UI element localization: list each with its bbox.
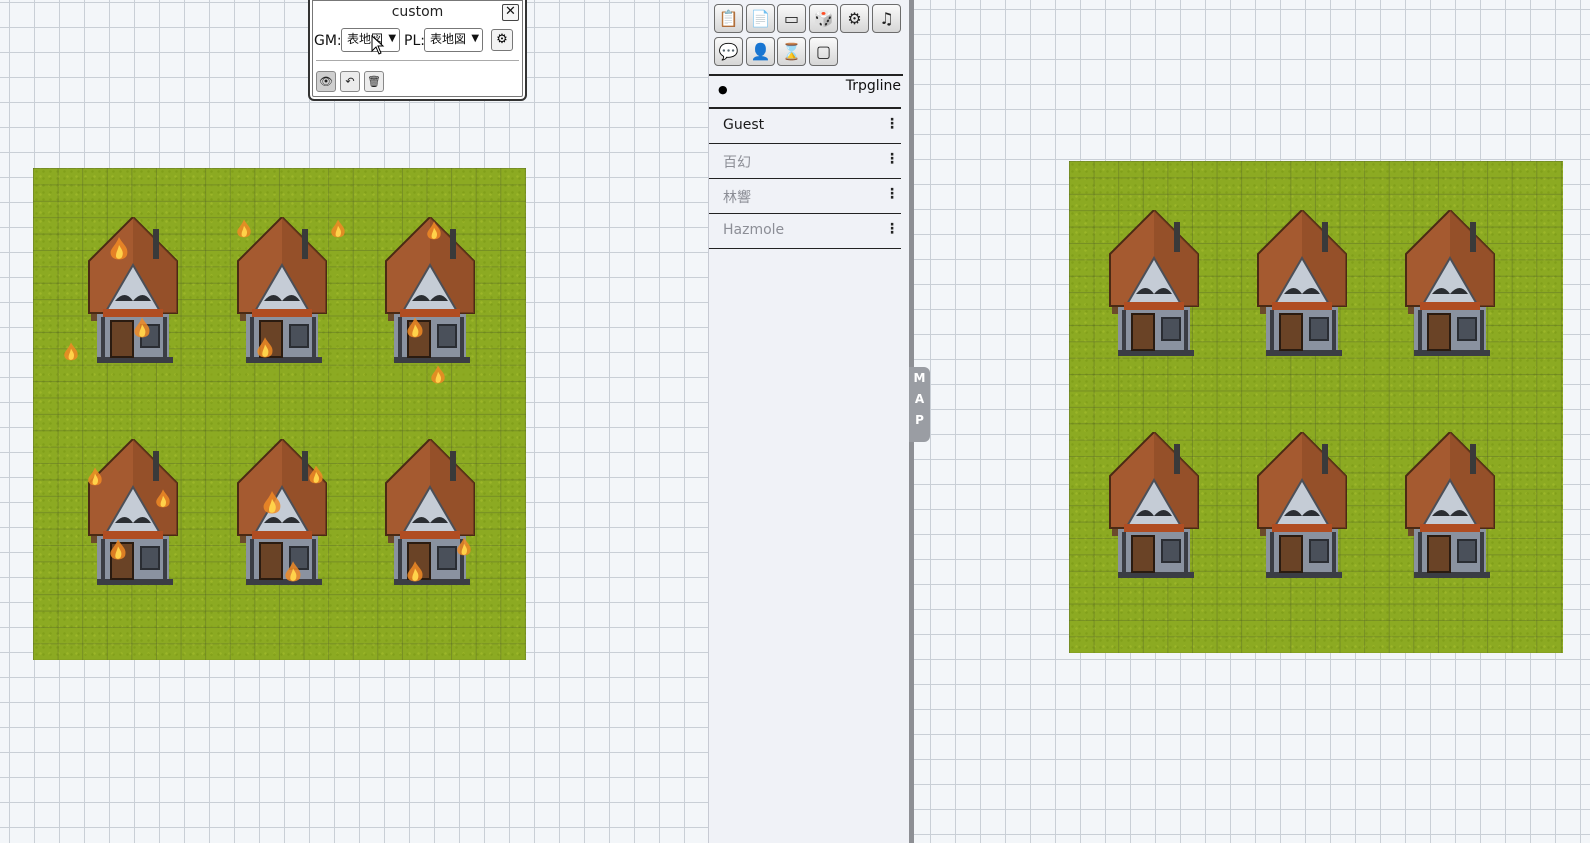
chat-bubble-icon[interactable]: 💬 [714, 37, 743, 66]
gear-icon[interactable]: ⚙ [840, 4, 869, 33]
player-name: 林響 [723, 190, 751, 206]
fire-icon [256, 337, 274, 359]
fire-icon [262, 491, 282, 515]
gear-icon: ⚙ [496, 32, 508, 47]
house-burning[interactable] [380, 217, 480, 367]
house[interactable] [1104, 432, 1204, 582]
fire-icon [330, 219, 346, 239]
player-name: Hazmole [723, 222, 785, 238]
house[interactable] [1400, 432, 1500, 582]
fire-icon [109, 237, 129, 261]
more-menu-icon[interactable]: ⋮ [885, 221, 899, 237]
delete-button[interactable]: 🗑 [364, 71, 384, 92]
map-canvas-right[interactable] [914, 0, 1590, 843]
clipboard-lock-icon[interactable]: 📄 [746, 4, 775, 33]
map-tab-letter: A [914, 392, 925, 406]
player-row[interactable]: 林響 ⋮ [709, 179, 901, 214]
visibility-button[interactable]: 👁 [316, 71, 336, 92]
fire-icon [430, 365, 446, 385]
house-burning[interactable] [83, 439, 183, 589]
gm-label: GM: [314, 33, 342, 49]
more-menu-icon[interactable]: ⋮ [885, 116, 899, 132]
fire-icon [109, 539, 127, 561]
house-burning[interactable] [83, 217, 183, 367]
map-frame-icon[interactable]: ▢ [809, 37, 838, 66]
house-burning[interactable] [232, 439, 332, 589]
fire-icon [456, 537, 472, 557]
more-menu-icon[interactable]: ⋮ [885, 186, 899, 202]
player-row[interactable]: 百幻 ⋮ [709, 144, 901, 179]
fire-icon [133, 317, 151, 339]
player-row[interactable]: Guest ⋮ [709, 109, 901, 144]
player-name: 百幻 [723, 155, 751, 171]
house-burning[interactable] [232, 217, 332, 367]
chevron-down-icon: ▼ [388, 33, 397, 44]
clipboard-check-icon[interactable]: 📋 [714, 4, 743, 33]
undo-button[interactable]: ↶ [340, 71, 360, 92]
fire-icon [308, 465, 324, 485]
fire-icon [406, 317, 424, 339]
dice-icon[interactable]: 🎲 [809, 4, 838, 33]
close-button[interactable]: ✕ [502, 4, 519, 21]
window-title: custom [391, 4, 444, 20]
pl-layer-select[interactable]: 表地図 ▼ [424, 28, 484, 52]
player-row[interactable]: Hazmole ⋮ [709, 214, 901, 249]
map-canvas-left[interactable] [0, 0, 708, 843]
music-note-icon[interactable]: ♫ [872, 4, 901, 33]
fire-icon [155, 489, 171, 509]
house[interactable] [1104, 210, 1204, 360]
pl-layer-value: 表地図 [430, 32, 467, 46]
fire-icon [236, 219, 252, 239]
layer-settings-button[interactable]: ⚙ [491, 29, 513, 51]
fire-icon [63, 342, 79, 362]
current-user: ● Trpgline [709, 78, 901, 106]
map-tab-letter: P [915, 413, 924, 427]
house[interactable] [1252, 432, 1352, 582]
fire-icon [426, 221, 442, 241]
house-burning[interactable] [380, 439, 480, 589]
house[interactable] [1252, 210, 1352, 360]
current-user-name: Trpgline [845, 78, 901, 94]
map-tab-letter: M [913, 371, 926, 385]
divider [316, 60, 519, 61]
map-tab[interactable]: M A P [909, 367, 930, 442]
trash-icon: 🗑 [367, 75, 381, 88]
more-menu-icon[interactable]: ⋮ [885, 151, 899, 167]
layer-window: custom ✕ GM: 表地図 ▼ PL: 表地図 ▼ ⚙ 👁 ↶ 🗑 [308, 0, 527, 101]
side-panel: 📋 📄 ▭ 🎲 ⚙ ♫ 💬 👤 ⌛ ▢ ● Trpgline Guest ⋮ 百… [708, 0, 914, 843]
fire-icon [284, 561, 302, 583]
chevron-down-icon: ▼ [471, 33, 480, 44]
portrait-frame-icon[interactable]: ▭ [777, 4, 806, 33]
player-name: Guest [723, 117, 765, 133]
eye-icon: 👁 [319, 75, 333, 88]
divider [709, 74, 903, 76]
mouse-cursor-icon [371, 35, 385, 55]
house[interactable] [1400, 210, 1500, 360]
pl-label: PL: [404, 33, 425, 49]
user-silhouette-icon[interactable]: 👤 [746, 37, 775, 66]
hourglass-icon[interactable]: ⌛ [777, 37, 806, 66]
fire-icon [406, 561, 424, 583]
undo-icon: ↶ [345, 75, 355, 88]
fire-icon [87, 467, 103, 487]
user-icon: ● [718, 83, 728, 96]
